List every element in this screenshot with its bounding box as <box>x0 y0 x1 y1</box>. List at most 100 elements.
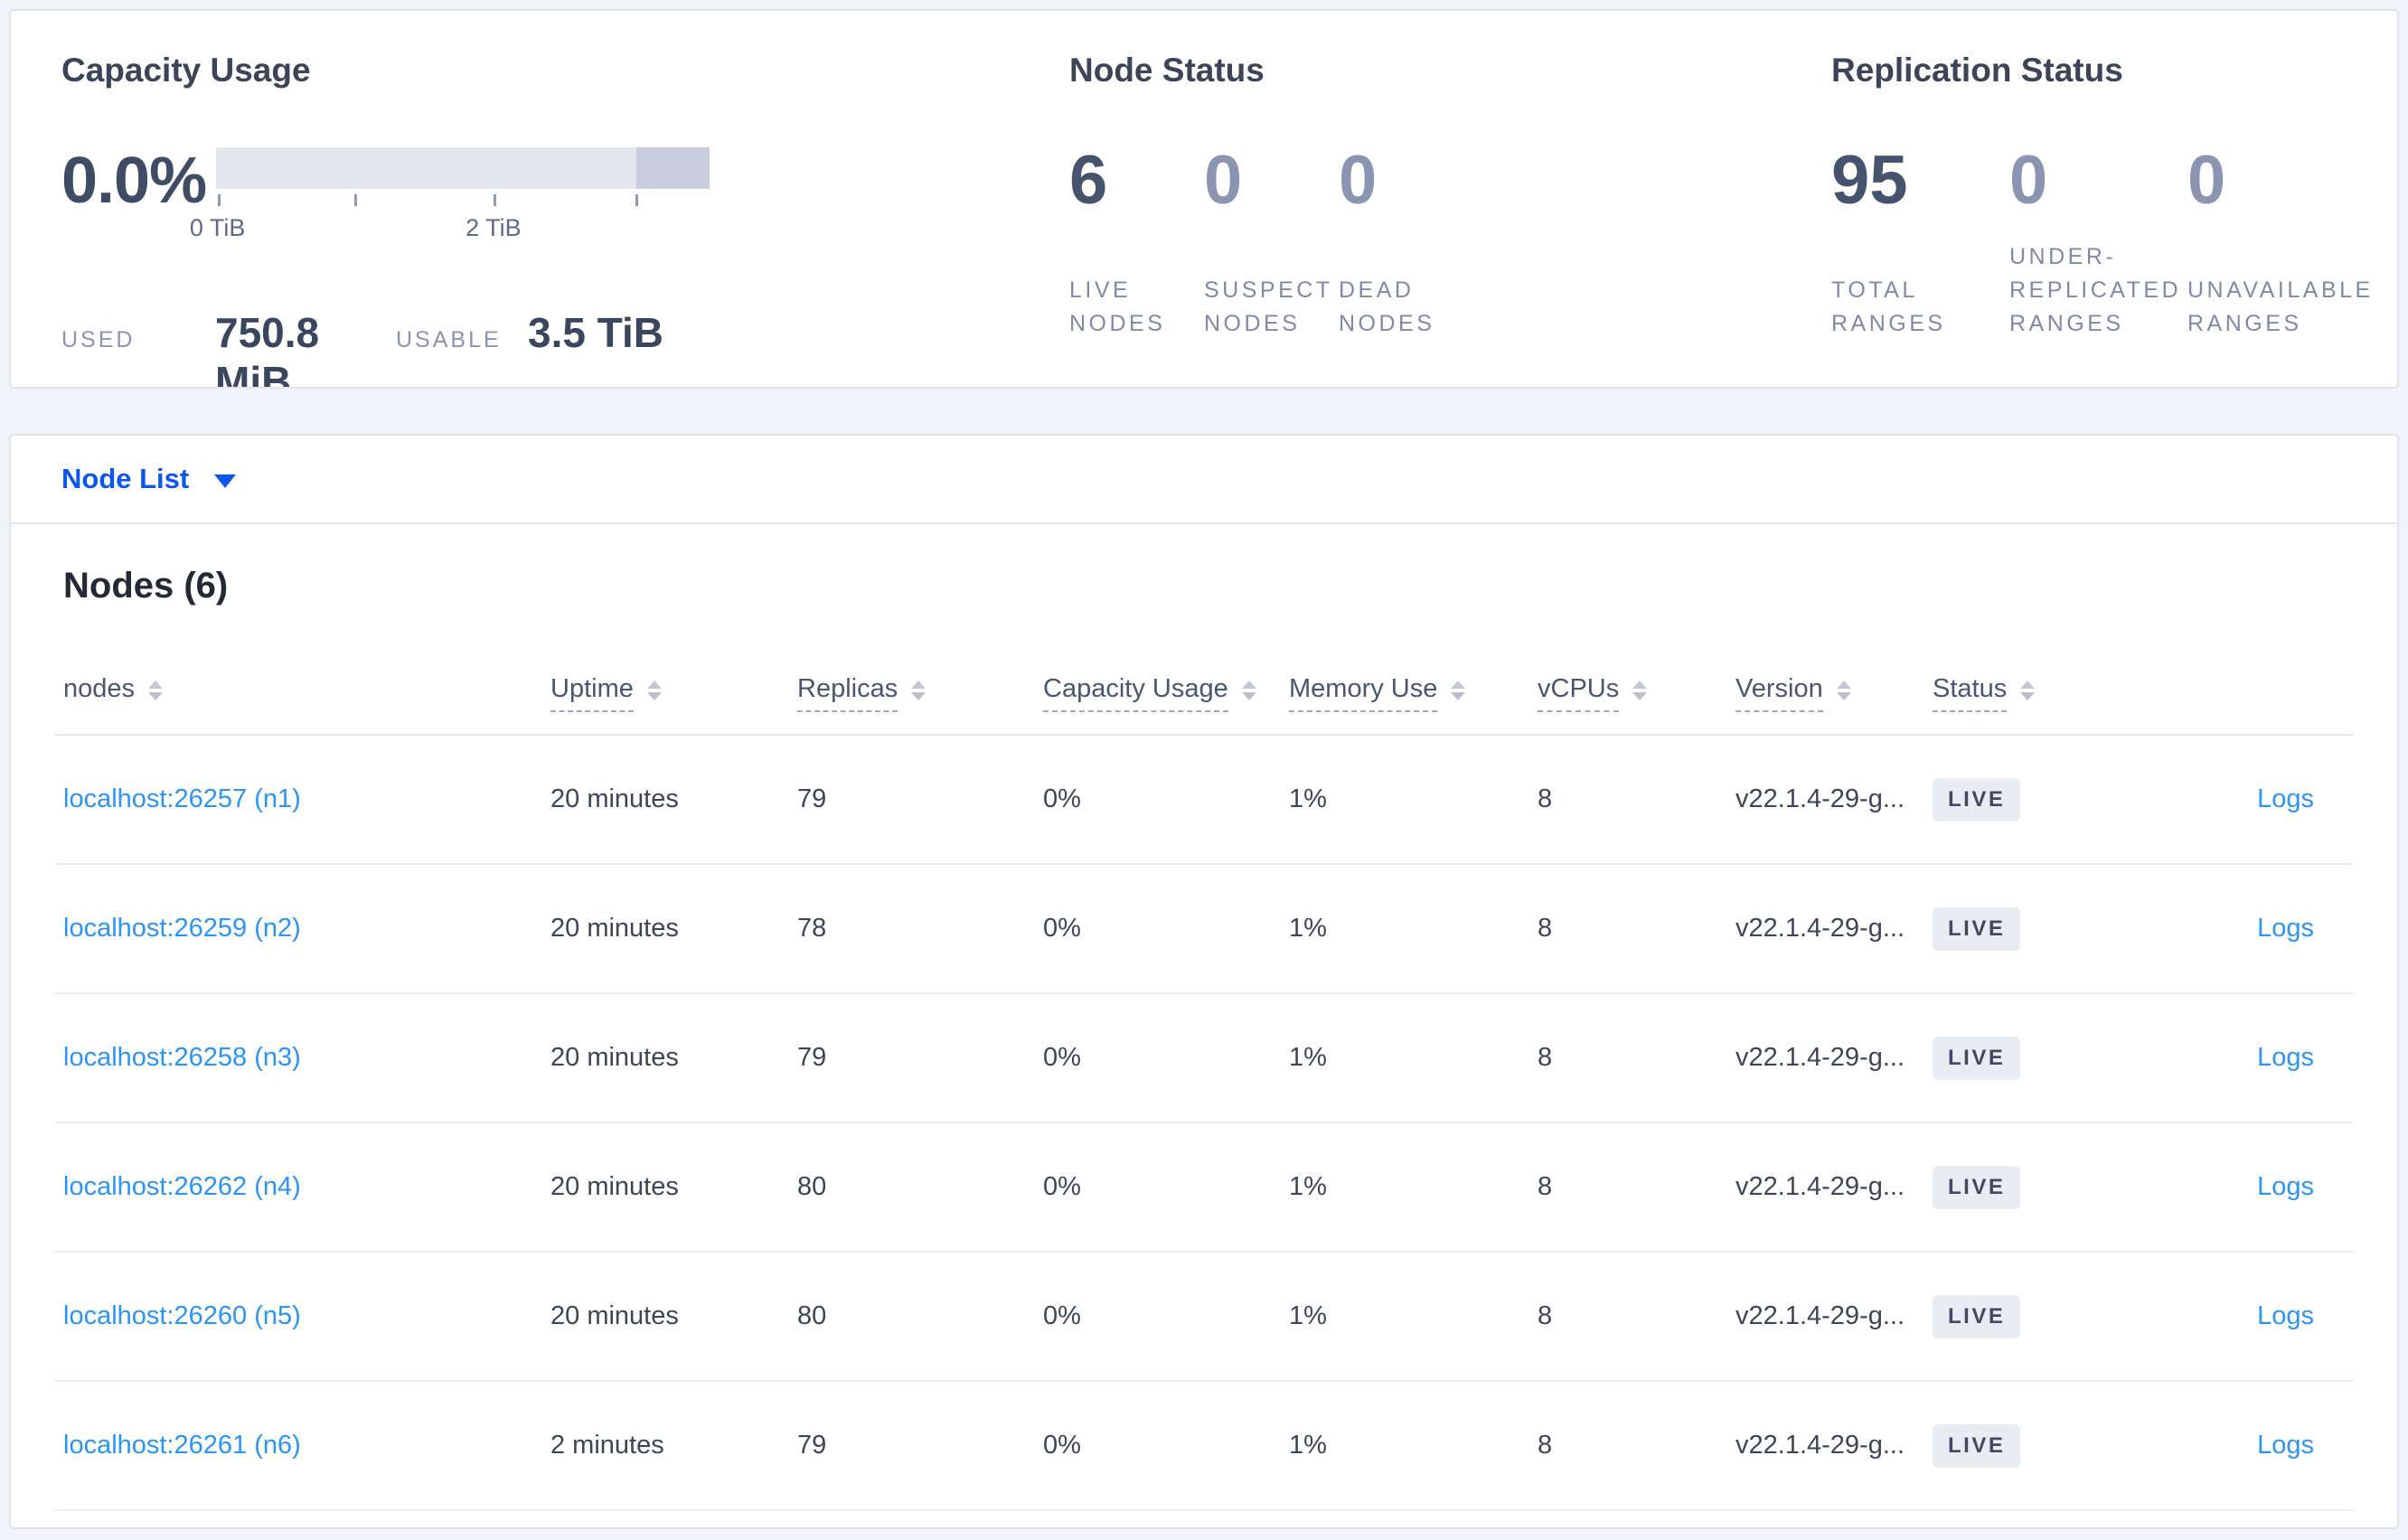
replicas-cell: 79 <box>797 1431 827 1460</box>
logs-cell: Logs <box>2140 1172 2354 1202</box>
node-status-stat: 6 LIVE NODES <box>1069 146 1204 341</box>
stat-label: SUSPECT NODES <box>1204 277 1333 336</box>
column-header-logs <box>2140 690 2354 698</box>
axis-tick <box>493 194 496 206</box>
column-header-nodes[interactable]: nodes <box>54 674 550 712</box>
sort-desc-icon <box>1451 692 1466 700</box>
node-link[interactable]: localhost:26261 (n6) <box>63 1431 301 1460</box>
nodes-table-header-row: nodes Uptime Replicas Capacity Usage Memory … <box>54 653 2354 736</box>
usable-label: USABLE <box>396 327 502 352</box>
sort-asc-icon <box>911 681 927 689</box>
stat-value: 0 <box>1339 142 1378 219</box>
status-badge: LIVE <box>1933 777 2021 822</box>
version-cell: v22.1.4-29-g... <box>1735 914 1905 943</box>
node-list-dropdown[interactable]: Node List <box>61 463 237 495</box>
column-header-replicas[interactable]: Replicas <box>797 674 1043 712</box>
logs-link[interactable]: Logs <box>2257 1043 2314 1072</box>
axis-tick <box>354 194 358 206</box>
status-cell: LIVE <box>1933 906 2140 951</box>
uptime-cell: 20 minutes <box>550 784 679 813</box>
sort-arrows-icon <box>1632 681 1648 700</box>
view-selector-bar: Node List <box>11 436 2397 524</box>
node-link[interactable]: localhost:26259 (n2) <box>63 914 301 943</box>
sort-desc-icon <box>2020 692 2036 700</box>
status-cell: LIVE <box>1933 1294 2140 1338</box>
node-link[interactable]: localhost:26257 (n1) <box>63 784 301 813</box>
table-row: localhost:26257 (n1) 20 minutes 79 0% 1% 8 v22… <box>54 736 2354 865</box>
column-header-label: Capacity Usage <box>1043 674 1228 712</box>
logs-link[interactable]: Logs <box>2257 1301 2314 1330</box>
vcpus-cell: 8 <box>1538 784 1553 813</box>
capacity-usage-chart: 0.0% 0 TiB 2 TiB <box>61 146 1069 249</box>
column-header-uptime[interactable]: Uptime <box>550 674 797 712</box>
uptime-cell: 2 minutes <box>550 1431 664 1460</box>
column-header-label: vCPUs <box>1538 674 1620 712</box>
column-header-memory-use[interactable]: Memory Use <box>1289 674 1538 712</box>
vcpus-cell: 8 <box>1538 914 1553 943</box>
capacity-cell: 0% <box>1043 1431 1081 1460</box>
status-badge: LIVE <box>1933 1036 2021 1080</box>
node-link[interactable]: localhost:26260 (n5) <box>63 1301 301 1330</box>
capacity-usage-section: Capacity Usage 0.0% 0 TiB 2 TiB USED 750.… <box>61 11 1069 387</box>
sort-desc-icon <box>911 692 927 700</box>
node-cell: localhost:26260 (n5) <box>54 1301 550 1331</box>
used-value: 750.8 MiB <box>215 309 320 389</box>
column-header-capacity-usage[interactable]: Capacity Usage <box>1043 674 1289 712</box>
vcpus-cell: 8 <box>1538 1043 1553 1072</box>
stat-value: 6 <box>1069 142 1108 219</box>
logs-cell: Logs <box>2140 1431 2354 1460</box>
sort-desc-icon <box>646 692 662 700</box>
node-cell: localhost:26259 (n2) <box>54 914 550 944</box>
status-badge: LIVE <box>1933 906 2021 951</box>
node-link[interactable]: localhost:26262 (n4) <box>63 1172 301 1201</box>
logs-cell: Logs <box>2140 914 2354 944</box>
nodes-table-body: localhost:26257 (n1) 20 minutes 79 0% 1% 8 v22… <box>11 736 2397 1511</box>
replicas-cell: 79 <box>797 1043 827 1072</box>
cluster-summary-panel: Capacity Usage 0.0% 0 TiB 2 TiB USED 750.… <box>9 9 2399 389</box>
sort-asc-icon <box>148 681 164 689</box>
logs-link[interactable]: Logs <box>2257 784 2314 813</box>
memory-cell: 1% <box>1289 1301 1327 1330</box>
memory-cell: 1% <box>1289 1043 1327 1072</box>
sort-arrows-icon <box>2020 681 2036 700</box>
sort-desc-icon <box>1836 692 1851 700</box>
logs-link[interactable]: Logs <box>2257 1431 2314 1460</box>
uptime-cell: 20 minutes <box>550 1172 679 1201</box>
replication-status-stats: 95 TOTAL RANGES 0 UNDER-REPLICATED RANGES 0 U… <box>1831 146 2397 341</box>
logs-link[interactable]: Logs <box>2257 1172 2314 1201</box>
logs-link[interactable]: Logs <box>2257 914 2314 943</box>
sort-asc-icon <box>1451 681 1466 689</box>
replication-status-title: Replication Status <box>1831 52 2123 89</box>
stat-label: DEAD NODES <box>1339 277 1435 336</box>
column-header-version[interactable]: Version <box>1735 674 1933 712</box>
column-header-label: Uptime <box>550 674 634 712</box>
stat-value: 0 <box>2187 142 2226 219</box>
node-list-panel: Node List Nodes (6) nodes Uptime Replicas C… <box>9 434 2399 1529</box>
version-cell: v22.1.4-29-g... <box>1735 1043 1905 1072</box>
column-header-label: nodes <box>63 674 136 703</box>
replicas-cell: 80 <box>797 1172 827 1201</box>
stat-label: LIVE NODES <box>1069 277 1166 336</box>
node-link[interactable]: localhost:26258 (n3) <box>63 1043 301 1072</box>
sort-asc-icon <box>1836 681 1851 689</box>
capacity-cell: 0% <box>1043 1043 1081 1072</box>
column-header-vcpus[interactable]: vCPUs <box>1538 674 1735 712</box>
capacity-bar <box>216 147 710 189</box>
table-row: localhost:26260 (n5) 20 minutes 80 0% 1% 8 v22… <box>54 1253 2354 1382</box>
node-status-stats: 6 LIVE NODES 0 SUSPECT NODES 0 DEAD NODES <box>1069 146 1831 341</box>
sort-arrows-icon <box>148 681 164 700</box>
column-header-status[interactable]: Status <box>1933 674 2140 712</box>
memory-cell: 1% <box>1289 784 1327 813</box>
table-row: localhost:26259 (n2) 20 minutes 78 0% 1% 8 v22… <box>54 865 2354 994</box>
node-status-stat: 0 DEAD NODES <box>1339 146 1473 341</box>
table-row: localhost:26258 (n3) 20 minutes 79 0% 1% 8 v22… <box>54 994 2354 1123</box>
nodes-heading: Nodes (6) <box>63 566 229 606</box>
status-badge: LIVE <box>1933 1165 2021 1209</box>
capacity-cell: 0% <box>1043 1301 1081 1330</box>
capacity-bar-chart: 0 TiB 2 TiB <box>190 146 710 249</box>
sort-arrows-icon <box>1451 681 1466 700</box>
status-cell: LIVE <box>1933 1423 2140 1468</box>
replication-stat: 0 UNDER-REPLICATED RANGES <box>2009 146 2187 341</box>
capacity-cell: 0% <box>1043 1172 1081 1201</box>
logs-cell: Logs <box>2140 1043 2354 1073</box>
